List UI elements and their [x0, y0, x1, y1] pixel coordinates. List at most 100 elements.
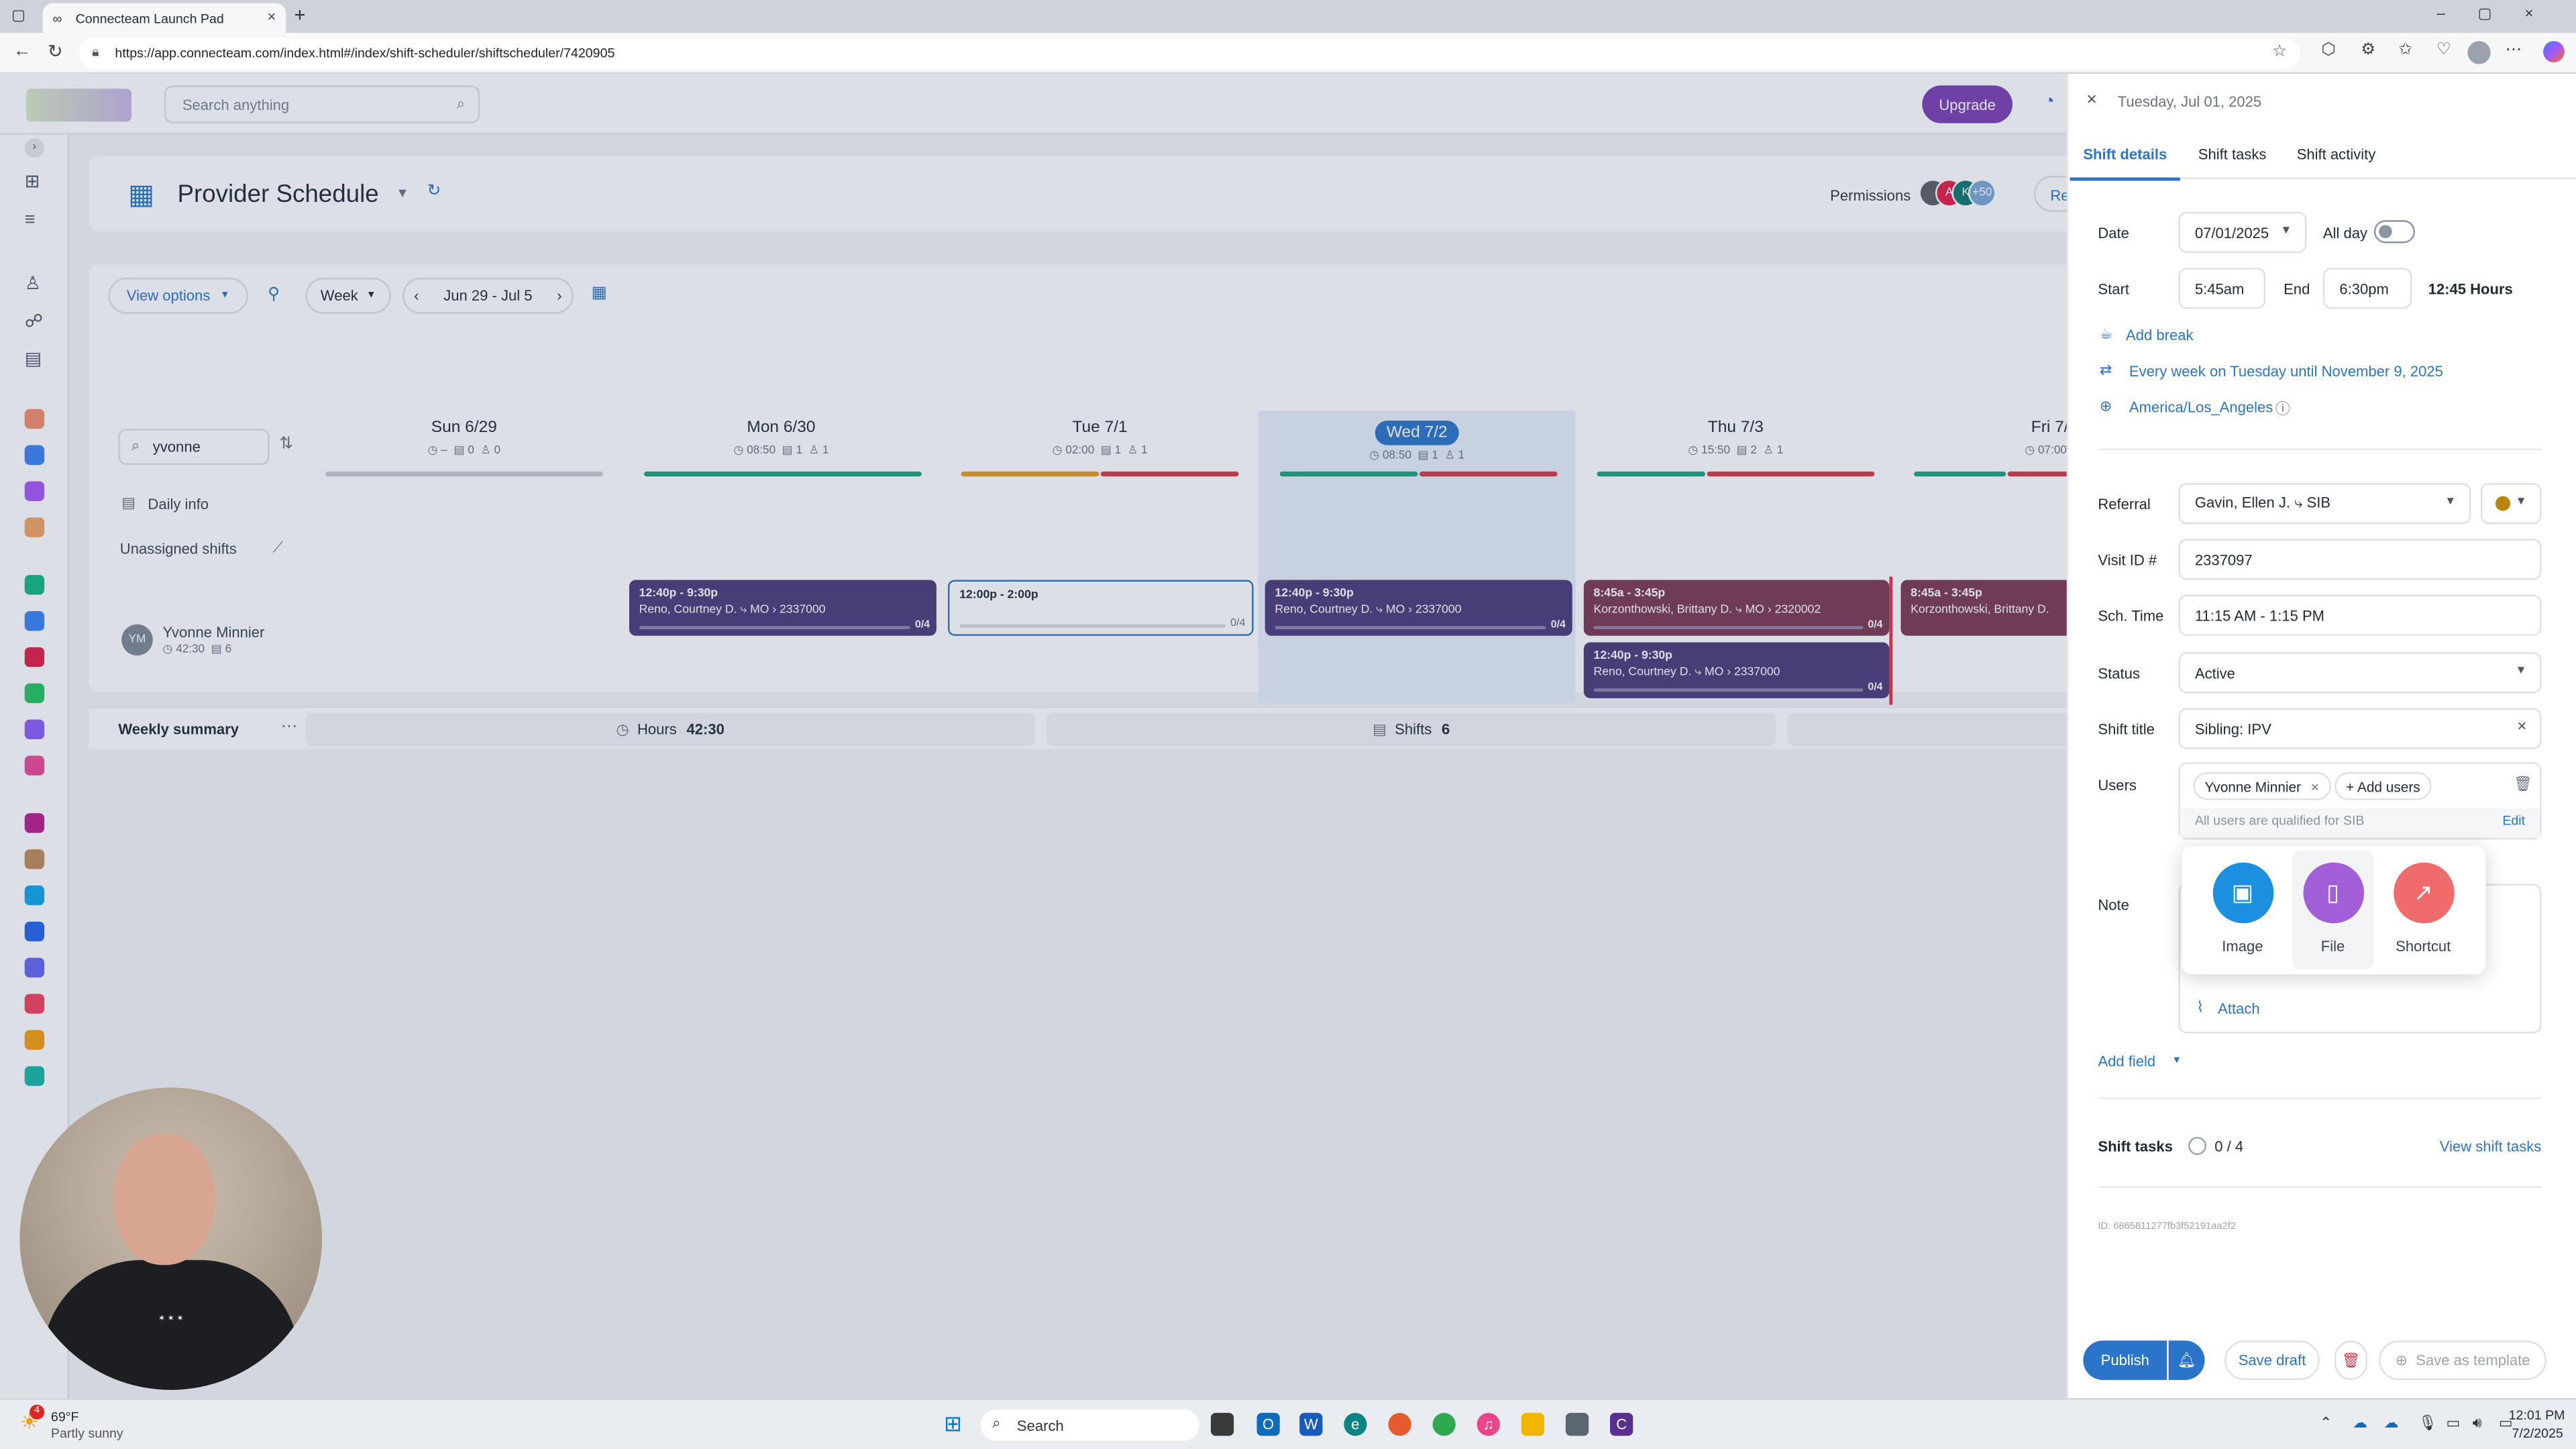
attach-image-option[interactable]: ▣ Image: [2202, 862, 2284, 955]
calculator-icon[interactable]: [1565, 1413, 1589, 1436]
permissions-label[interactable]: Permissions: [1830, 187, 1911, 203]
referral-select[interactable]: Gavin, Ellen J. ⤷ SIB ▼: [2178, 483, 2471, 525]
date-field[interactable]: 07/01/2025 ▼: [2178, 211, 2307, 254]
app-icon-16[interactable]: [24, 994, 45, 1014]
app-icon-7[interactable]: [24, 647, 45, 667]
wallet-icon[interactable]: ♡: [2436, 41, 2451, 59]
sort-icon[interactable]: ⇅: [279, 435, 293, 453]
sch-time-field[interactable]: 11:15 AM - 1:15 PM: [2178, 594, 2542, 636]
visit-id-field[interactable]: 2337097: [2178, 539, 2542, 580]
word-icon[interactable]: W: [1299, 1413, 1323, 1436]
save-draft-button[interactable]: Save draft: [2224, 1340, 2320, 1381]
view-shift-tasks-link[interactable]: View shift tasks: [2440, 1138, 2541, 1155]
clear-icon[interactable]: ×: [2517, 718, 2526, 736]
chevron-down-icon[interactable]: ▼: [396, 186, 409, 201]
app-icon-9[interactable]: [24, 719, 45, 740]
calendar-picker-icon[interactable]: ▦: [592, 284, 607, 303]
new-tab-icon[interactable]: +: [294, 3, 305, 26]
browser-tab[interactable]: ∞ Connecteam Launch Pad ×: [42, 3, 286, 33]
tab-shift-activity[interactable]: Shift activity: [2297, 146, 2376, 162]
network-icon[interactable]: ▭: [2447, 1415, 2461, 1433]
attach-link[interactable]: Attach: [2218, 1000, 2259, 1016]
clock-time[interactable]: 12:01 PM: [2509, 1408, 2565, 1423]
extension2-icon[interactable]: ⚙: [2361, 41, 2375, 59]
expand-sidebar-icon[interactable]: ›: [24, 138, 45, 158]
volume-icon[interactable]: 🔊︎: [2473, 1415, 2482, 1433]
chrome-icon[interactable]: [1432, 1413, 1456, 1436]
view-options-button[interactable]: View options ▼: [108, 277, 248, 314]
app-icon-10[interactable]: [24, 755, 45, 775]
save-template-button[interactable]: ⊕ Save as template: [2379, 1340, 2546, 1381]
attach-file-option[interactable]: ▯ File: [2292, 851, 2374, 969]
attach-shortcut-option[interactable]: ↗ Shortcut: [2382, 862, 2464, 955]
tab-shift-tasks[interactable]: Shift tasks: [2198, 146, 2267, 162]
allday-toggle[interactable]: [2373, 220, 2416, 244]
refresh-icon[interactable]: ↻: [48, 41, 63, 62]
url-input[interactable]: 🔒︎ https://app.connecteam.com/index.html…: [78, 38, 2300, 69]
profile-avatar[interactable]: [2467, 41, 2491, 64]
edit-link[interactable]: Edit: [2502, 813, 2525, 828]
week-select[interactable]: Week ▼: [305, 277, 391, 314]
shift-card[interactable]: 12:40p - 9:30p Reno, Courtney D. ⤷ MO › …: [1265, 580, 1572, 636]
tab-shift-details[interactable]: Shift details: [2070, 146, 2180, 181]
onedrive-icon[interactable]: ☁: [2353, 1415, 2367, 1433]
users-icon[interactable]: ☍: [25, 311, 43, 331]
onedrive2-icon[interactable]: ☁: [2383, 1415, 2398, 1433]
user-icon[interactable]: ♙: [25, 273, 41, 294]
color-picker[interactable]: ▼: [2480, 483, 2542, 525]
permissions-extra-count[interactable]: +50: [1968, 178, 1996, 207]
date-range-label[interactable]: Jun 29 - Jul 5: [443, 288, 532, 304]
extension-icon[interactable]: ⬡: [2321, 41, 2335, 59]
notify-bell-icon[interactable]: 🔔︎: [2168, 1340, 2205, 1381]
add-break-link[interactable]: Add break: [2126, 327, 2193, 343]
apps-grid-icon[interactable]: ⊞: [25, 171, 40, 192]
briefcase-icon[interactable]: ▤: [25, 348, 42, 370]
shift-card-selected[interactable]: 12:00p - 2:00p 0/4: [948, 580, 1254, 636]
app-icon-14[interactable]: [24, 921, 45, 942]
trash-icon[interactable]: 🗑︎: [2514, 775, 2532, 794]
taskbar-search[interactable]: ⌕ Search: [981, 1409, 1199, 1441]
remove-user-icon[interactable]: ×: [2311, 778, 2319, 794]
edge-icon[interactable]: e: [1344, 1413, 1367, 1436]
upgrade-button[interactable]: Upgrade: [1922, 85, 2013, 123]
close-icon[interactable]: ×: [2086, 91, 2097, 110]
shift-card[interactable]: 8:45a - 3:45p Korzonthowski, Brittany D.: [1900, 580, 2077, 636]
sync-icon[interactable]: ↻: [427, 182, 441, 201]
sidebar-toggle-icon[interactable]: ▢: [11, 7, 25, 25]
status-select[interactable]: Active ▼: [2178, 652, 2542, 694]
avatar[interactable]: YM: [121, 624, 153, 656]
app-icon-8[interactable]: [24, 683, 45, 704]
user-filter-input[interactable]: ⌕ yvonne: [118, 429, 270, 466]
app-icon-12[interactable]: [24, 849, 45, 869]
tray-chevron-icon[interactable]: ⌃: [2320, 1415, 2332, 1433]
global-search-input[interactable]: Search anything ⌕: [164, 85, 480, 123]
file-explorer-icon[interactable]: [1521, 1413, 1545, 1436]
music-icon[interactable]: ♫: [1477, 1413, 1500, 1436]
more-icon[interactable]: ⋯: [2506, 41, 2522, 59]
clock-date[interactable]: 7/2/2025: [2512, 1426, 2563, 1441]
app-icon-2[interactable]: [24, 445, 45, 466]
back-icon[interactable]: ←: [13, 41, 32, 60]
feed-icon[interactable]: ≡: [25, 210, 36, 229]
app-icon-1[interactable]: [24, 409, 45, 429]
magic-wand-icon[interactable]: ⟋: [273, 539, 283, 557]
app-icon-4[interactable]: [24, 517, 45, 537]
more-options-icon[interactable]: ⋯: [281, 718, 297, 736]
app-icon-6[interactable]: [24, 611, 45, 631]
firefox-icon[interactable]: [1388, 1413, 1411, 1436]
app-icon-5[interactable]: [24, 575, 45, 595]
star-icon[interactable]: ☆: [2272, 43, 2287, 61]
end-time-field[interactable]: 6:30pm: [2322, 268, 2412, 309]
prev-week-icon[interactable]: ‹: [414, 288, 419, 304]
filter-icon[interactable]: ⚲: [268, 286, 280, 304]
start-time-field[interactable]: 5:45am: [2178, 268, 2266, 309]
task-view-icon[interactable]: [1210, 1413, 1234, 1436]
favorites-icon[interactable]: ✩: [2399, 41, 2413, 59]
copilot-icon[interactable]: [2543, 41, 2565, 63]
close-tab-icon[interactable]: ×: [268, 8, 276, 24]
app-icon-13[interactable]: [24, 885, 45, 906]
app-icon-17[interactable]: [24, 1030, 45, 1050]
outlook-icon[interactable]: O: [1256, 1413, 1280, 1436]
chevron-down-icon[interactable]: ▼: [2172, 1057, 2182, 1067]
user-chip[interactable]: Yvonne Minnier ×: [2193, 772, 2331, 800]
